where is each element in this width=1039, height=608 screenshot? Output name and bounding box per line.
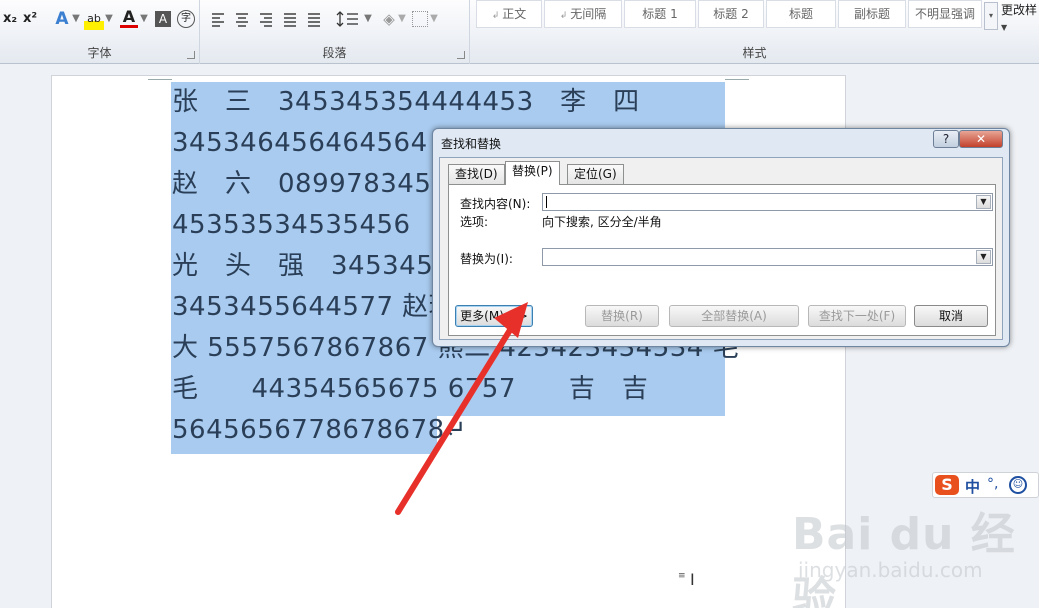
watermark-url: jingyan.baidu.com [798, 558, 983, 582]
style-tile[interactable]: ↲ 正文 [476, 0, 542, 28]
margin-mark [148, 79, 172, 80]
paragraph-group-label: 段落 [322, 46, 347, 60]
style-tile[interactable]: 副标题 [838, 0, 906, 28]
watermark-brand: Bai du 经验 [792, 509, 1016, 608]
document-line[interactable]: 5645656778678678↵ [172, 410, 467, 451]
replace-with-input[interactable] [545, 249, 972, 265]
find-next-button[interactable]: 查找下一处(F) [808, 305, 906, 327]
replace-button[interactable]: 替换(R) [585, 305, 659, 327]
chevron-down-icon[interactable]: ▼ [398, 8, 406, 30]
change-style-button[interactable]: 更改样 ▼ [1001, 2, 1039, 36]
paragraph-mark-icon: ↲ [491, 11, 503, 21]
font-group-label: 字体 [87, 46, 112, 60]
find-replace-dialog[interactable]: 查找和替换 ? ✕ 查找(D) 替换(P) 定位(G) 查找内容(N): ▼ 选… [432, 128, 1010, 347]
subscript-button[interactable]: x₂ [2, 8, 18, 30]
text-effect-button[interactable]: A [52, 8, 72, 30]
tab-replace[interactable]: 替换(P) [505, 161, 560, 185]
font-group: x₂ x² A ▼ ab ▼ A ▼ A 字 字体 [0, 0, 200, 64]
ribbon: x₂ x² A ▼ ab ▼ A ▼ A 字 字体 ▼ ◈ ▼ ▼ 段落 ↲ 正… [0, 0, 1039, 64]
tab-goto[interactable]: 定位(G) [567, 164, 624, 184]
replace-with-label: 替换为(I): [460, 252, 513, 266]
close-button[interactable]: ✕ [959, 130, 1003, 148]
chevron-down-icon[interactable]: ▼ [976, 250, 991, 264]
style-tile[interactable]: ↲ 无间隔 [544, 0, 622, 28]
find-what-input[interactable] [545, 194, 972, 210]
ibeam-cursor-icon: I [690, 570, 695, 589]
dialog-launcher-icon[interactable] [457, 51, 465, 59]
chevron-down-icon[interactable]: ▼ [140, 8, 148, 30]
enclose-char-button[interactable]: 字 [177, 10, 195, 28]
document-line[interactable]: 张 三 345345354444453 李 四 [172, 82, 640, 123]
line-spacing-icon[interactable] [336, 10, 364, 28]
paragraph-mark-icon: ≡ [678, 571, 686, 581]
paragraph-group: ▼ ◈ ▼ ▼ 段落 [200, 0, 470, 64]
paragraph-mark-icon: ↲ [559, 11, 571, 21]
chevron-down-icon[interactable]: ▼ [72, 8, 80, 30]
char-shading-button[interactable]: A [155, 11, 171, 27]
margin-mark [725, 79, 749, 80]
style-tile[interactable]: 标题 2 [698, 0, 764, 28]
font-color-button[interactable]: A [120, 8, 138, 28]
shading-icon[interactable]: ◈ [380, 8, 398, 30]
dialog-title: 查找和替换 [441, 137, 502, 151]
chevron-down-icon: ▼ [1001, 23, 1008, 32]
chevron-down-icon[interactable]: ▼ [105, 8, 113, 30]
document-line[interactable]: 毛 44354565675 6757 吉 吉 [172, 369, 648, 410]
dialog-launcher-icon[interactable] [187, 51, 195, 59]
style-gallery-scroll[interactable]: ▾ [984, 2, 998, 30]
superscript-button[interactable]: x² [22, 8, 38, 30]
find-what-combo[interactable]: ▼ [542, 193, 993, 211]
alignment-icons[interactable] [210, 11, 330, 27]
style-tile[interactable]: 标题 1 [624, 0, 696, 28]
style-tile[interactable]: 不明显强调 [908, 0, 982, 28]
options-value: 向下搜索, 区分全/半角 [542, 215, 662, 229]
ime-punctuation-toggle[interactable]: °, [987, 476, 998, 492]
replace-all-button[interactable]: 全部替换(A) [669, 305, 799, 327]
highlight-button[interactable]: ab [84, 8, 104, 30]
borders-icon[interactable] [412, 11, 428, 27]
chevron-down-icon[interactable]: ▼ [430, 8, 438, 30]
replace-with-combo[interactable]: ▼ [542, 248, 993, 266]
styles-group-label: 样式 [742, 46, 767, 60]
baidu-jingyan-watermark: Bai du 经验 jingyan.baidu.com [792, 492, 1037, 608]
chevron-down-icon[interactable]: ▼ [364, 8, 372, 30]
cancel-button[interactable]: 取消 [914, 305, 988, 327]
styles-group: ↲ 正文 ↲ 无间隔 标题 1 标题 2 标题 副标题 不明显强调 样式 [470, 0, 1039, 64]
options-label: 选项: [460, 215, 489, 229]
help-button[interactable]: ? [933, 130, 959, 148]
chevron-down-icon[interactable]: ▼ [976, 195, 991, 209]
find-what-label: 查找内容(N): [460, 197, 531, 211]
more-button[interactable]: 更多(M) >> [455, 305, 533, 327]
tab-find[interactable]: 查找(D) [448, 164, 505, 184]
style-tile[interactable]: 标题 [766, 0, 836, 28]
